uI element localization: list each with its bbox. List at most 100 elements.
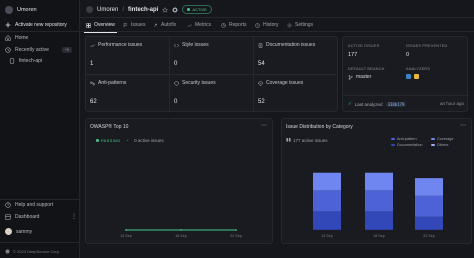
help-support-link[interactable]: Help and support bbox=[5, 202, 53, 208]
metric-label: Documentation issues bbox=[266, 42, 316, 48]
last-analyzed-row: ✓ Last analyzed 338b179 an hour ago bbox=[343, 95, 469, 112]
bar-x-tick-label: 18 Sep bbox=[373, 234, 384, 238]
security-icon bbox=[174, 80, 179, 86]
metric-label: Coverage issues bbox=[266, 80, 304, 86]
owasp-point bbox=[235, 229, 237, 231]
metric-security[interactable]: Security issues 0 bbox=[170, 75, 254, 113]
owner-link[interactable]: Umoren bbox=[97, 7, 118, 13]
divider bbox=[0, 31, 80, 32]
last-analyzed-time: an hour ago bbox=[439, 101, 464, 106]
metric-performance[interactable]: Performance issues 1 bbox=[86, 37, 170, 75]
status-dot bbox=[187, 8, 191, 11]
metric-documentation[interactable]: Documentation issues 54 bbox=[254, 37, 338, 75]
star-icon[interactable] bbox=[162, 6, 169, 13]
footer: © 2023 DeepSource Corp. bbox=[5, 249, 60, 254]
tab-settings[interactable]: Settings bbox=[287, 18, 313, 32]
tab-reports[interactable]: Reports bbox=[221, 18, 247, 32]
performance-icon bbox=[90, 43, 95, 47]
repo-item-label: fintech-api bbox=[19, 58, 43, 64]
owasp-x-tick-label: 22 Sep bbox=[230, 234, 241, 238]
default-branch-value: master bbox=[356, 74, 372, 80]
repo-name: fintech-api bbox=[128, 6, 159, 13]
status-badge: ACTIVE bbox=[182, 5, 212, 14]
deepsource-logo-icon bbox=[5, 249, 10, 254]
check-icon: ✓ bbox=[348, 101, 352, 106]
tab-label: Metrics bbox=[195, 22, 212, 28]
divider bbox=[0, 199, 80, 200]
tab-overview[interactable]: Overview bbox=[84, 18, 117, 33]
issue-distribution-panel: Issue Distribution by Category ⋯ ▮▮ 177 … bbox=[281, 118, 472, 244]
commit-hash-link[interactable]: 338b179 bbox=[385, 101, 407, 107]
org-name: Umoren bbox=[17, 7, 37, 13]
org-avatar bbox=[5, 6, 13, 14]
tab-issues[interactable]: Issues bbox=[123, 18, 145, 32]
default-branch: master bbox=[348, 74, 371, 80]
repo-breadcrumb: Umoren / fintech-api ACTIVE bbox=[86, 5, 212, 14]
owasp-trend-chart: 14 Sep 18 Sep 22 Sep bbox=[120, 229, 242, 238]
tab-label: History bbox=[263, 22, 279, 28]
metrics-grid: Performance issues 1 Style issues 0 Docu… bbox=[85, 36, 338, 113]
metric-label: Security issues bbox=[182, 80, 216, 86]
active-issues-value: 177 bbox=[348, 52, 358, 58]
metric-label: Anti-patterns bbox=[98, 80, 127, 86]
metric-value: 0 bbox=[174, 99, 178, 105]
repo-summary: ACTIVE ISSUES 177 ISSUES PREVENTED 0 DEF… bbox=[342, 36, 469, 112]
sidebar-item-recently-active[interactable]: Recently active bbox=[5, 47, 49, 53]
issue-distribution-chart: 14 Sep 18 Sep 22 Sep bbox=[313, 172, 443, 238]
branch-icon bbox=[348, 74, 353, 80]
metric-value: 54 bbox=[258, 61, 265, 67]
activate-repo-button[interactable]: Activate new repository bbox=[5, 22, 67, 28]
sidebar: Umoren Activate new repository Home Rece… bbox=[0, 0, 80, 258]
sidebar-item-home[interactable]: Home bbox=[5, 35, 28, 41]
style-icon bbox=[174, 43, 179, 47]
status-badge-label: ACTIVE bbox=[192, 7, 207, 12]
tab-label: Reports bbox=[229, 22, 247, 28]
metric-label: Style issues bbox=[182, 42, 209, 48]
more-icon[interactable]: ⋮ bbox=[71, 213, 77, 220]
repo-tabs: Overview Issues Autofix Metrics Reports … bbox=[80, 18, 474, 33]
analyzers-list bbox=[406, 74, 419, 79]
sidebar-item-dashboard[interactable]: Dashboard bbox=[5, 214, 39, 220]
sidebar-item-fintech-api[interactable]: fintech-api bbox=[9, 58, 42, 64]
tab-autofix[interactable]: Autofix bbox=[153, 18, 176, 32]
python-analyzer-icon[interactable] bbox=[406, 74, 411, 79]
issues-prevented-value: 0 bbox=[406, 52, 410, 58]
antipattern-icon bbox=[90, 81, 95, 85]
flag-icon bbox=[123, 22, 127, 27]
bar-segment bbox=[365, 172, 393, 191]
activate-repo-label: Activate new repository bbox=[15, 22, 67, 28]
history-icon bbox=[255, 22, 260, 28]
bar-segment bbox=[313, 190, 341, 212]
shortcut-badge: ^K bbox=[62, 47, 72, 53]
bar-segment bbox=[313, 172, 341, 191]
owasp-point bbox=[125, 229, 127, 231]
bar-segment bbox=[365, 190, 393, 212]
tab-label: Settings bbox=[295, 22, 314, 28]
bar-segment bbox=[365, 211, 393, 230]
org-switcher[interactable]: Umoren bbox=[5, 6, 37, 14]
metrics-icon bbox=[187, 23, 192, 27]
recently-active-label: Recently active bbox=[15, 47, 49, 53]
tab-history[interactable]: History bbox=[255, 18, 279, 32]
metric-coverage[interactable]: Coverage issues 52 bbox=[254, 75, 338, 113]
github-icon[interactable] bbox=[172, 6, 178, 13]
plus-icon bbox=[5, 22, 11, 28]
secrets-analyzer-icon[interactable] bbox=[414, 74, 419, 79]
help-icon bbox=[5, 202, 11, 208]
divider bbox=[0, 242, 80, 243]
grid-icon bbox=[86, 22, 91, 28]
active-issues-label: ACTIVE ISSUES bbox=[348, 44, 380, 48]
bar-x-tick-label: 14 Sep bbox=[321, 234, 332, 238]
owasp-point bbox=[180, 229, 182, 231]
metric-anti-patterns[interactable]: Anti-patterns 62 bbox=[86, 75, 170, 113]
last-analyzed: ✓ Last analyzed 338b179 bbox=[348, 101, 407, 107]
metric-style[interactable]: Style issues 0 bbox=[170, 37, 254, 75]
tab-label: Overview bbox=[94, 22, 115, 28]
user-menu[interactable]: sammy bbox=[5, 228, 32, 235]
tab-label: Issues bbox=[131, 22, 146, 28]
metric-label: Performance issues bbox=[98, 42, 143, 48]
tab-metrics[interactable]: Metrics bbox=[187, 18, 211, 32]
issues-prevented-label: ISSUES PREVENTED bbox=[406, 44, 448, 48]
dashboard-icon bbox=[5, 214, 11, 220]
coverage-icon bbox=[258, 80, 263, 86]
